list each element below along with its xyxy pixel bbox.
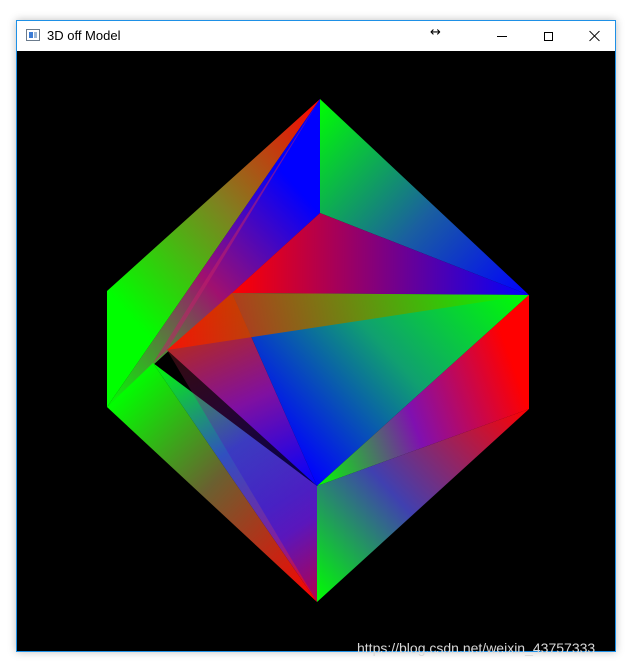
app-window-icon[interactable] <box>26 29 40 41</box>
app-window: 3D off Model ↔ <box>16 20 616 652</box>
render-canvas[interactable] <box>17 51 615 651</box>
minimize-button[interactable] <box>479 21 525 51</box>
close-button[interactable] <box>571 21 617 51</box>
maximize-button[interactable] <box>525 21 571 51</box>
resize-cursor-icon: ↔ <box>430 25 441 40</box>
title-bar[interactable]: 3D off Model ↔ <box>17 21 615 51</box>
minimize-icon <box>497 35 507 37</box>
window-title: 3D off Model <box>47 28 121 43</box>
octahedron-model <box>107 99 529 602</box>
maximize-icon <box>543 31 553 41</box>
watermark-text: https://blog.csdn.net/weixin_43757333 <box>357 640 596 656</box>
close-icon <box>588 30 600 42</box>
